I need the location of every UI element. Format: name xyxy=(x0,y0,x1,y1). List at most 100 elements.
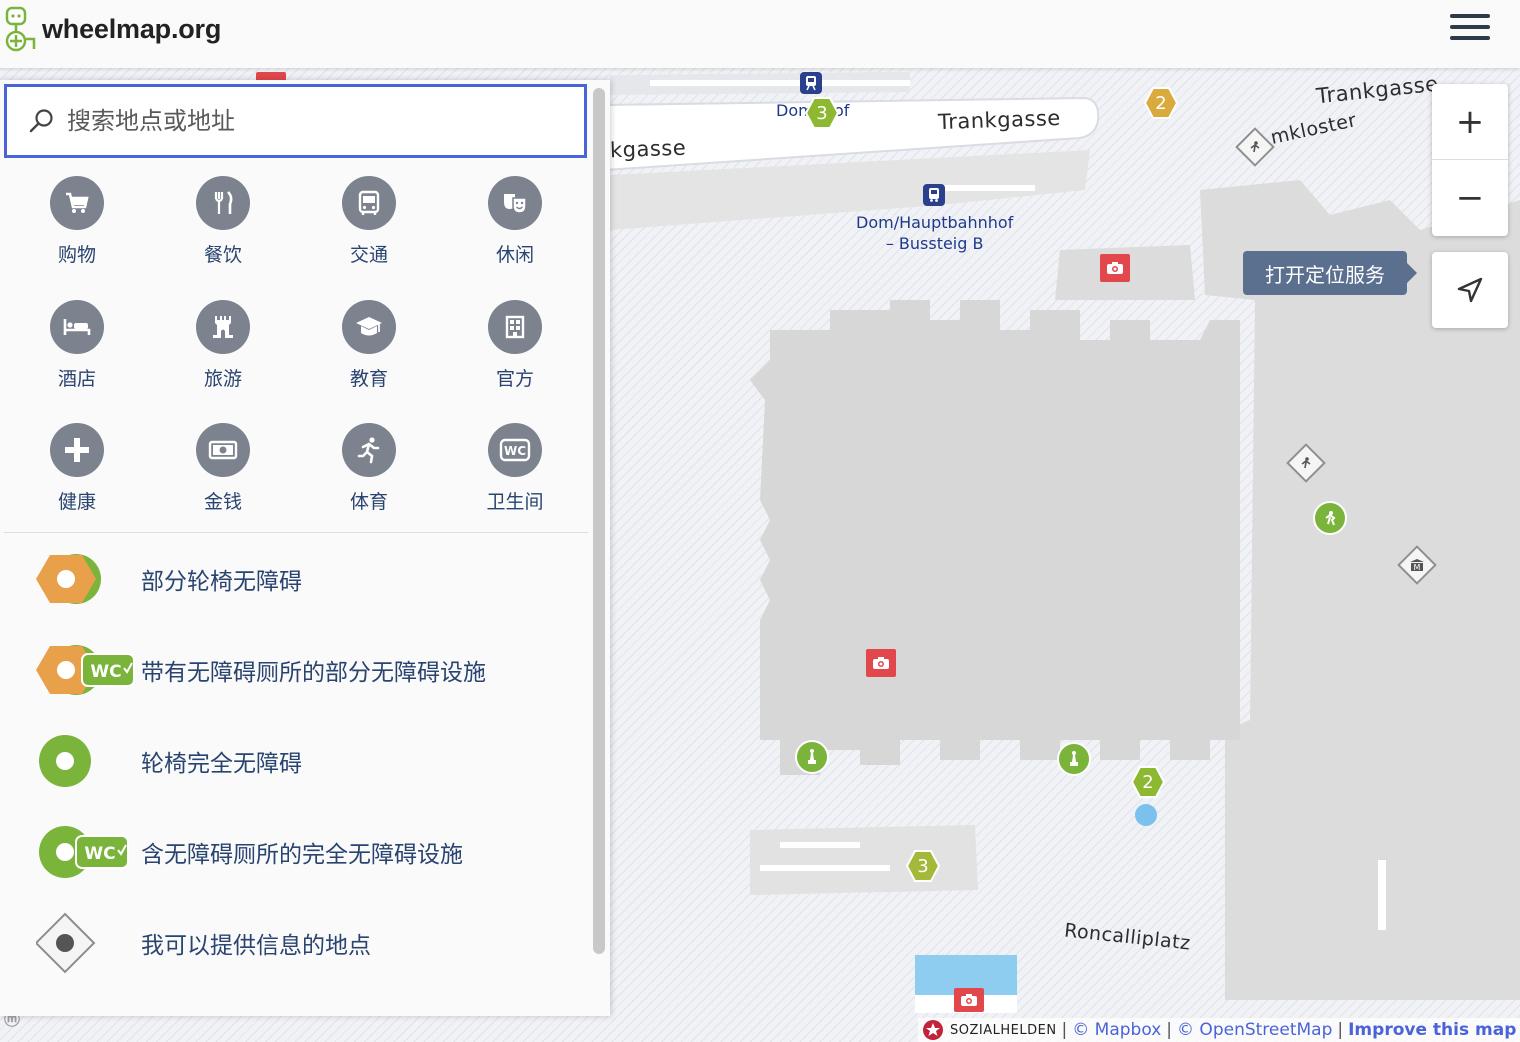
category-label: 餐饮 xyxy=(203,244,242,266)
logo-text: wheelmap.org xyxy=(42,13,222,44)
street-label-trankgasse: Trankgasse xyxy=(937,105,1062,135)
partial-accessible-wc-marker-icon: WC xyxy=(36,635,136,705)
category-money[interactable]: 金钱 xyxy=(150,423,296,514)
monument-marker-icon[interactable] xyxy=(1057,742,1091,776)
bed-icon xyxy=(63,319,91,335)
category-label: 交通 xyxy=(349,244,388,266)
menu-bar-icon xyxy=(1450,14,1490,18)
category-label: 官方 xyxy=(495,368,534,390)
runner-icon xyxy=(357,437,380,464)
wc-icon: WC xyxy=(499,438,531,462)
category-government[interactable]: 官方 xyxy=(442,300,588,391)
category-label: 酒店 xyxy=(57,368,96,390)
category-sport[interactable]: 体育 xyxy=(296,423,442,514)
cluster-count: 3 xyxy=(816,102,828,124)
category-label: 休闲 xyxy=(495,244,534,266)
app-header: wheelmap.org xyxy=(0,0,1520,68)
building-icon xyxy=(505,315,525,339)
legend-label: 轮椅完全无障碍 xyxy=(141,751,302,777)
bus-stop-icon[interactable] xyxy=(923,184,945,206)
hamburger-menu-button[interactable] xyxy=(1450,14,1490,46)
sidebar-divider xyxy=(4,532,588,533)
svg-text:M: M xyxy=(1414,563,1421,572)
zoom-in-button[interactable]: + xyxy=(1432,84,1508,160)
location-arrow-icon xyxy=(1457,277,1483,303)
menu-bar-icon xyxy=(1450,25,1490,29)
legend-label: 含无障碍厕所的完全无障碍设施 xyxy=(141,842,463,868)
map-attribution: SOZIALHELDEN | © Mapbox | © OpenStreetMa… xyxy=(918,1018,1520,1042)
locate-button[interactable] xyxy=(1432,252,1508,328)
legend-label: 部分轮椅无障碍 xyxy=(141,569,302,595)
category-shopping[interactable]: 购物 xyxy=(4,176,150,267)
cluster-marker[interactable]: 2 xyxy=(1144,87,1178,119)
camera-marker-icon[interactable] xyxy=(1100,254,1130,282)
category-transport[interactable]: 交通 xyxy=(296,176,442,267)
search-input[interactable] xyxy=(67,107,567,135)
full-accessible-marker-icon xyxy=(36,726,136,796)
street-label-trankgasse-left: kgasse xyxy=(609,135,687,163)
app-logo[interactable]: wheelmap.org xyxy=(2,6,221,52)
banknote-icon xyxy=(208,440,238,460)
category-label: 健康 xyxy=(57,491,96,513)
locate-tooltip: 打开定位服务 xyxy=(1243,251,1417,295)
cluster-count: 2 xyxy=(1142,771,1154,793)
camera-marker-icon[interactable] xyxy=(866,649,896,677)
legend-item-full[interactable]: 轮椅完全无障碍 xyxy=(36,726,586,796)
cluster-count: 3 xyxy=(917,855,929,877)
category-toilets[interactable]: WC 卫生间 xyxy=(442,423,588,514)
openstreetmap-link[interactable]: © OpenStreetMap xyxy=(1177,1020,1332,1040)
search-icon xyxy=(29,109,53,133)
bus-icon xyxy=(358,190,380,215)
category-label: 卫生间 xyxy=(486,491,544,513)
cluster-marker[interactable]: 3 xyxy=(805,97,839,129)
category-label: 旅游 xyxy=(203,368,242,390)
category-label: 金钱 xyxy=(203,491,242,513)
legend-item-partial-wc[interactable]: WC 带有无障碍厕所的部分无障碍设施 xyxy=(36,635,586,705)
legend-label: 带有无障碍厕所的部分无障碍设施 xyxy=(141,660,486,686)
stop-label-bussteig: Dom/Hauptbahnhof – Bussteig B xyxy=(856,212,1013,254)
separator: | xyxy=(1166,1020,1173,1040)
plus-icon xyxy=(65,438,89,462)
cluster-marker[interactable]: 2 xyxy=(1131,766,1165,798)
cluster-marker[interactable]: 3 xyxy=(906,850,940,882)
wc-badge-text: WC xyxy=(84,844,115,864)
legend-item-full-wc[interactable]: WC 含无障碍厕所的完全无障碍设施 xyxy=(36,817,586,887)
wc-badge-text: WC xyxy=(90,662,121,682)
sight-marker-icon[interactable] xyxy=(1313,501,1347,535)
category-food[interactable]: 餐饮 xyxy=(150,176,296,267)
mapbox-link[interactable]: © Mapbox xyxy=(1072,1020,1161,1040)
train-stop-icon[interactable] xyxy=(800,72,822,94)
legend-label: 我可以提供信息的地点 xyxy=(141,933,371,959)
menu-bar-icon xyxy=(1450,36,1490,40)
zoom-out-button[interactable]: − xyxy=(1432,160,1508,236)
svg-text:WC: WC xyxy=(504,444,526,458)
theater-masks-icon xyxy=(504,194,527,214)
sozialhelden-logo-icon xyxy=(923,1020,943,1040)
sidebar-scrollbar[interactable] xyxy=(593,88,605,954)
category-label: 体育 xyxy=(349,491,388,513)
full-accessible-wc-marker-icon: WC xyxy=(36,817,136,887)
stop-label-bussteig-line1: Dom/Hauptbahnhof xyxy=(856,213,1014,232)
camera-marker-icon[interactable] xyxy=(954,988,984,1012)
sidebar-panel: 购物 餐饮 交通 休闲 酒店 旅游 教育 官方 xyxy=(0,80,610,1016)
shopping-cart-icon xyxy=(66,192,89,213)
stop-label-bussteig-line2: – Bussteig B xyxy=(885,234,984,253)
separator: | xyxy=(1061,1020,1068,1040)
legend-item-partial[interactable]: 部分轮椅无障碍 xyxy=(36,544,586,614)
unknown-place-marker-icon xyxy=(34,908,136,978)
monument-marker-icon[interactable] xyxy=(795,740,829,774)
search-box[interactable] xyxy=(4,84,587,158)
partial-accessible-marker-icon xyxy=(36,544,136,614)
category-hotel[interactable]: 酒店 xyxy=(4,300,150,391)
sozialhelden-link[interactable]: SOZIALHELDEN xyxy=(950,1023,1057,1038)
category-education[interactable]: 教育 xyxy=(296,300,442,391)
tower-icon xyxy=(213,316,233,338)
category-tourism[interactable]: 旅游 xyxy=(150,300,296,391)
graduation-cap-icon xyxy=(356,317,382,336)
category-leisure[interactable]: 休闲 xyxy=(442,176,588,267)
legend-item-unknown[interactable]: 我可以提供信息的地点 xyxy=(34,908,586,978)
category-health[interactable]: 健康 xyxy=(4,423,150,514)
wheelmap-logo-icon xyxy=(5,6,36,52)
zoom-control: + − xyxy=(1432,84,1508,236)
improve-map-link[interactable]: Improve this map xyxy=(1348,1020,1516,1040)
